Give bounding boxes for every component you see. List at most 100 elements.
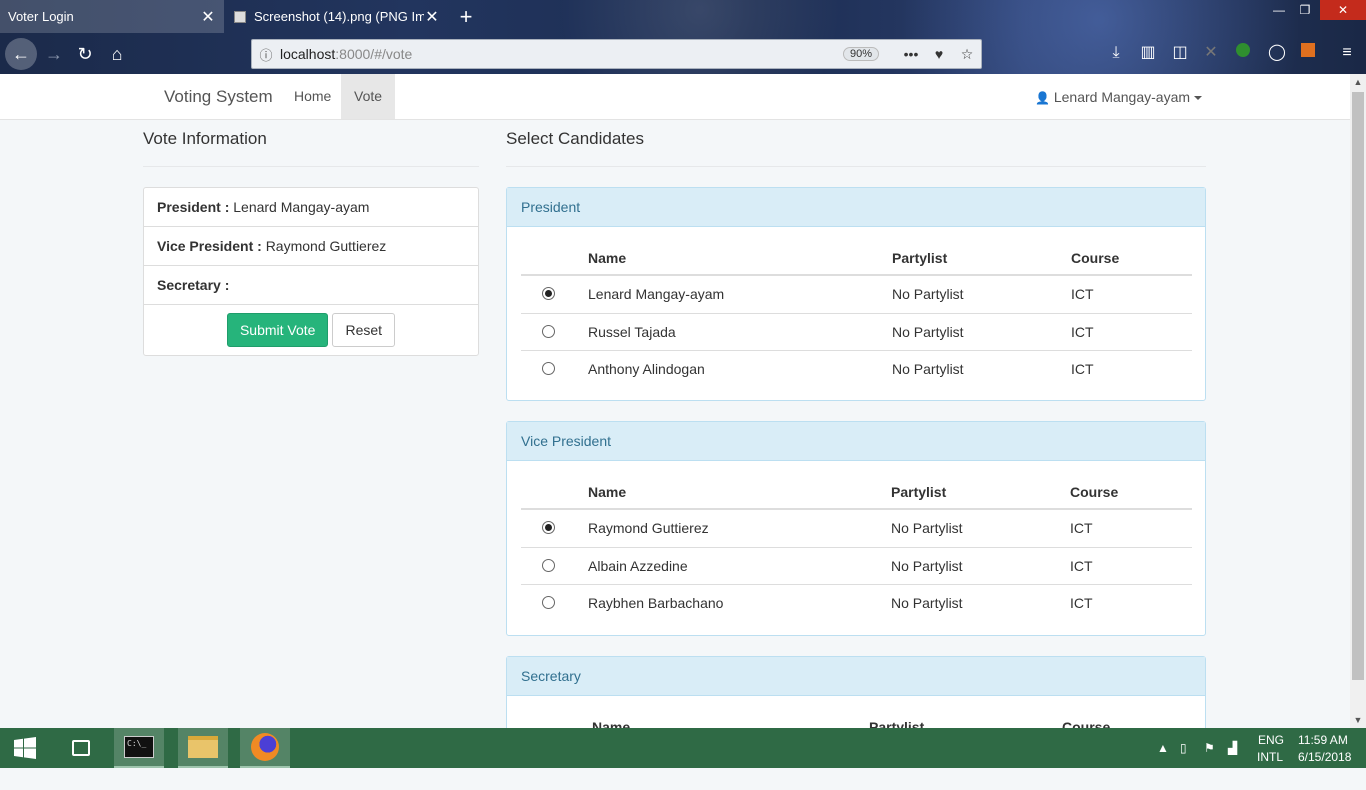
page-content: Voting System Home Vote 👤 Lenard Mangay-…	[0, 74, 1350, 728]
table-row[interactable]: Russel Tajada No Partylist ICT	[521, 313, 1192, 350]
firefox-icon[interactable]	[240, 728, 290, 768]
scrollbar-thumb[interactable]	[1352, 92, 1364, 680]
window-close-icon[interactable]: ✕	[1320, 0, 1366, 20]
reload-icon[interactable]: ↻	[71, 40, 99, 68]
candidate-course: ICT	[1071, 324, 1094, 340]
close-icon[interactable]: ✕	[424, 7, 440, 27]
panel-heading: Vice President	[507, 422, 1205, 461]
radio-selected[interactable]	[542, 521, 555, 534]
candidate-partylist: No Partylist	[891, 558, 963, 574]
tab-title: Screenshot (14).png (PNG Image	[254, 9, 424, 24]
submit-vote-button[interactable]: Submit Vote	[226, 313, 329, 347]
col-name: Name	[588, 250, 627, 266]
panel-heading: President	[507, 188, 1205, 227]
table-row[interactable]: Anthony Alindogan No Partylist ICT	[521, 350, 1192, 387]
app-navbar: Voting System Home Vote 👤 Lenard Mangay-…	[0, 74, 1350, 120]
restore-icon[interactable]: ❐	[1292, 0, 1318, 20]
candidate-partylist: No Partylist	[892, 286, 964, 302]
col-partylist: Partylist	[869, 719, 925, 728]
secretary-panel: Secretary Name Partylist Course	[506, 656, 1206, 728]
scroll-up-icon[interactable]: ▲	[1350, 74, 1366, 90]
col-name: Name	[592, 719, 631, 728]
row-label: Vice President :	[157, 238, 262, 254]
url-text[interactable]: localhost:8000/#/vote	[280, 46, 843, 62]
vote-info-row: Secretary :	[144, 266, 478, 305]
panel-heading: Secretary	[507, 657, 1205, 696]
brand-title[interactable]: Voting System	[164, 87, 273, 107]
vote-info-row: Vice President : Raymond Guttierez	[144, 227, 478, 266]
radio-unselected[interactable]	[542, 362, 555, 375]
caret-down-icon	[1194, 96, 1203, 101]
radio-unselected[interactable]	[542, 559, 555, 572]
table-row[interactable]: Raybhen Barbachano No Partylist ICT	[521, 584, 1192, 621]
radio-unselected[interactable]	[542, 325, 555, 338]
lang-bottom[interactable]: INTL	[1257, 750, 1283, 790]
extension-ring-icon[interactable]: ◯	[1266, 42, 1288, 64]
home-icon[interactable]: ⌂	[103, 40, 131, 68]
user-menu[interactable]: 👤 Lenard Mangay-ayam	[1035, 89, 1203, 105]
url-path: :8000/#/vote	[335, 46, 413, 62]
tab-screenshot[interactable]: Screenshot (14).png (PNG Image ✕	[226, 0, 448, 33]
vice-president-panel: Vice President Name Partylist Course Ray…	[506, 421, 1206, 636]
candidate-name: Russel Tajada	[588, 324, 676, 340]
candidate-name: Lenard Mangay-ayam	[588, 286, 725, 302]
radio-selected[interactable]	[542, 287, 555, 300]
command-prompt-icon[interactable]: C:\_	[114, 728, 164, 768]
device-icon[interactable]: ▯	[1180, 728, 1187, 768]
close-icon[interactable]: ✕	[200, 7, 216, 27]
nav-vote[interactable]: Vote	[341, 74, 396, 119]
candidate-partylist: No Partylist	[892, 324, 964, 340]
file-explorer-icon[interactable]	[178, 728, 228, 768]
extension-orange-icon[interactable]	[1297, 42, 1319, 64]
flag-icon[interactable]: ⚑	[1204, 728, 1215, 768]
tab-title: Voter Login	[8, 9, 74, 24]
library-icon[interactable]: ▥	[1137, 42, 1159, 64]
back-arrow-icon[interactable]: ←	[5, 38, 37, 70]
candidate-name: Anthony Alindogan	[588, 361, 705, 377]
image-icon	[234, 10, 246, 23]
divider	[506, 166, 1206, 167]
vote-info-row: President : Lenard Mangay-ayam	[144, 188, 478, 227]
url-bar[interactable]: ⓘ localhost:8000/#/vote 90% ••• ♥ ☆	[251, 39, 982, 69]
tray-chevron-icon[interactable]: ▲	[1157, 728, 1169, 768]
pocket-icon[interactable]: ♥	[925, 46, 953, 62]
zoom-level[interactable]: 90%	[842, 47, 879, 61]
menu-icon[interactable]: ≡	[1336, 42, 1358, 64]
url-host: localhost	[280, 46, 336, 62]
network-icon[interactable]: ▟	[1228, 728, 1237, 768]
scroll-down-icon[interactable]: ▼	[1350, 712, 1366, 728]
forward-arrow-icon[interactable]: →	[40, 40, 68, 68]
nav-home[interactable]: Home	[281, 74, 344, 119]
sidebar-icon[interactable]: ◫	[1169, 42, 1191, 64]
candidate-course: ICT	[1070, 558, 1093, 574]
candidate-name: Raymond Guttierez	[588, 520, 709, 536]
president-panel: President Name Partylist Course Lenard M…	[506, 187, 1206, 401]
col-partylist: Partylist	[892, 250, 948, 266]
extension-green-icon[interactable]	[1232, 42, 1254, 64]
tab-voter-login[interactable]: Voter Login ✕	[0, 0, 224, 33]
reset-button[interactable]: Reset	[332, 313, 396, 347]
row-value: Raymond Guttierez	[265, 238, 387, 254]
radio-unselected[interactable]	[542, 596, 555, 609]
table-row[interactable]: Lenard Mangay-ayam No Partylist ICT	[521, 276, 1192, 313]
divider	[143, 166, 479, 167]
col-course: Course	[1062, 719, 1111, 728]
page-actions-icon[interactable]: •••	[897, 46, 925, 62]
info-icon[interactable]: ⓘ	[252, 45, 280, 64]
task-view-icon[interactable]	[56, 728, 106, 768]
col-course: Course	[1070, 484, 1119, 500]
clock-date[interactable]: 6/15/2018	[1298, 750, 1351, 790]
row-value: Lenard Mangay-ayam	[233, 199, 370, 215]
table-row[interactable]: Raymond Guttierez No Partylist ICT	[521, 510, 1192, 547]
windows-start-icon[interactable]	[0, 728, 50, 768]
minimize-icon[interactable]: —	[1266, 0, 1292, 20]
bookmark-star-icon[interactable]: ☆	[953, 46, 981, 63]
new-tab-icon[interactable]: +	[455, 4, 477, 30]
user-name: Lenard Mangay-ayam	[1053, 89, 1191, 105]
candidate-partylist: No Partylist	[892, 361, 964, 377]
table-row[interactable]: Albain Azzedine No Partylist ICT	[521, 547, 1192, 584]
row-label: Secretary :	[157, 277, 230, 293]
extension-x-icon[interactable]: ✕	[1200, 42, 1222, 64]
vertical-scrollbar[interactable]: ▲ ▼	[1350, 74, 1366, 728]
download-icon[interactable]: ⤓	[1105, 42, 1127, 64]
